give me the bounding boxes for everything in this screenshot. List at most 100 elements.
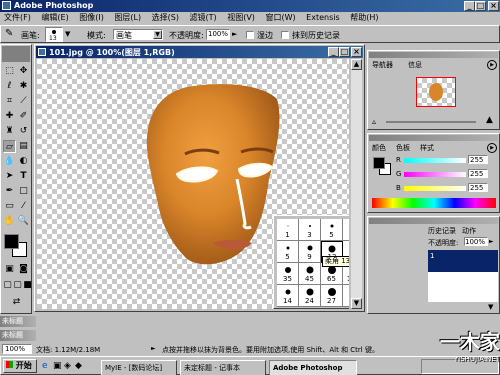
path-selection-tool-icon[interactable]: ➤ [3, 170, 16, 183]
jump-to-imageready-icon[interactable]: ⇄ [10, 296, 23, 309]
channel-r-slider[interactable] [404, 158, 466, 163]
opacity-arrow-icon[interactable]: ► [232, 30, 237, 38]
history-tab[interactable]: 历史记录 [428, 226, 456, 236]
channel-g-input[interactable]: 255 [468, 169, 488, 178]
taskbar-item-photoshop[interactable]: Adobe Photoshop [269, 360, 357, 375]
panel-menu-arrow-icon[interactable]: ▶ [487, 60, 497, 70]
brush-preset[interactable]: 35 [277, 263, 299, 285]
mode-select[interactable]: 画笔 ▼ [113, 29, 163, 40]
menu-layer[interactable]: 图层(L) [114, 13, 141, 22]
foreground-color-swatch[interactable] [4, 234, 19, 249]
brush-preset[interactable]: 3 [299, 219, 321, 241]
zoom-out-icon[interactable]: ▵ [372, 117, 376, 126]
minimized-window-2[interactable]: 未标题 [0, 330, 36, 341]
color-tab[interactable]: 颜色 [372, 143, 386, 153]
maximize-button[interactable]: □ [475, 1, 486, 11]
color-spectrum-bar[interactable] [372, 198, 496, 208]
scroll-down-icon[interactable]: ▼ [351, 298, 362, 309]
brush-preset-picker[interactable]: 13 [45, 27, 63, 42]
opacity-arrow-icon[interactable]: ► [489, 238, 494, 245]
brush-preset[interactable]: 5 [277, 241, 299, 263]
start-button[interactable]: 开始 [3, 359, 37, 373]
navigator-thumbnail[interactable] [416, 77, 456, 107]
quicklaunch-misc-icon[interactable]: ◆ [75, 361, 82, 371]
channel-r-input[interactable]: 255 [468, 155, 488, 164]
quick-mask-off-icon[interactable]: ▣ [3, 263, 16, 276]
healing-brush-tool-icon[interactable]: ✚ [3, 110, 16, 123]
menu-help[interactable]: 帮助(H) [350, 13, 378, 22]
channel-g-slider[interactable] [404, 172, 466, 177]
zoom-tool-icon[interactable]: 🔍 [17, 215, 30, 228]
styles-tab[interactable]: 样式 [420, 143, 434, 153]
doc-close-button[interactable]: × [351, 47, 362, 57]
quicklaunch-ie-icon[interactable]: e [42, 361, 48, 371]
doc-minimize-button[interactable]: _ [328, 47, 339, 57]
type-tool-icon[interactable]: T [17, 170, 30, 183]
quicklaunch-app-icon[interactable]: ◈ [64, 361, 71, 371]
brush-tool-icon[interactable]: ✐ [17, 110, 30, 123]
menu-select[interactable]: 选择(S) [152, 13, 179, 22]
slice-tool-icon[interactable]: ⟋ [17, 95, 30, 108]
menu-file[interactable]: 文件(F) [4, 13, 31, 22]
move-tool-icon[interactable]: ✥ [17, 65, 30, 78]
crop-tool-icon[interactable]: ⌗ [3, 95, 16, 108]
quicklaunch-desktop-icon[interactable]: ▣ [53, 361, 62, 371]
actions-tab[interactable]: 动作 [462, 226, 476, 236]
marquee-tool-icon[interactable]: ⬚ [3, 65, 16, 78]
menu-extensis[interactable]: Extensis [306, 13, 339, 22]
eraser-tool-icon[interactable]: ▱ [3, 140, 16, 153]
zoom-in-icon[interactable]: ▲ [486, 115, 493, 125]
dodge-tool-icon[interactable]: ◐ [17, 155, 30, 168]
minimize-button[interactable]: _ [464, 1, 475, 11]
close-button[interactable]: × [488, 1, 499, 11]
minimized-window-1[interactable]: 未标题 [0, 316, 36, 327]
chevron-down-icon[interactable]: ▼ [65, 30, 70, 38]
menu-image[interactable]: 图像(I) [79, 13, 104, 22]
menu-filter[interactable]: 滤镜(T) [190, 13, 217, 22]
history-scroll-down-icon[interactable]: ▼ [488, 303, 493, 311]
blur-tool-icon[interactable]: 💧 [3, 155, 16, 168]
magic-wand-tool-icon[interactable]: ✱ [17, 80, 30, 93]
navigator-tab[interactable]: 导航器 [372, 60, 393, 70]
doc-info-arrow-icon[interactable]: ► [151, 345, 156, 352]
gradient-tool-icon[interactable]: ▤ [17, 140, 30, 153]
brush-preset[interactable]: 5 [321, 219, 343, 241]
history-item-selected[interactable]: 1 [428, 250, 498, 272]
brush-preset[interactable]: 27 [321, 285, 343, 307]
hand-tool-icon[interactable]: ✋ [3, 215, 16, 228]
taskbar-item-notepad[interactable]: 未定标题 - 记事本 [180, 360, 266, 375]
menu-window[interactable]: 窗口(W) [265, 13, 295, 22]
eyedropper-tool-icon[interactable]: ⁄ [17, 200, 30, 213]
doc-maximize-button[interactable]: □ [339, 47, 350, 57]
brush-preset[interactable]: 1 [277, 219, 299, 241]
brush-preset[interactable]: 45 [299, 263, 321, 285]
brush-preset[interactable]: 39 [343, 285, 349, 307]
erase-history-checkbox[interactable] [281, 31, 289, 39]
swatches-tab[interactable]: 色板 [396, 143, 410, 153]
navigator-zoom-slider[interactable] [386, 121, 476, 123]
channel-b-slider[interactable] [404, 186, 466, 191]
channel-b-input[interactable]: 255 [468, 183, 488, 192]
quick-mask-on-icon[interactable]: ◙ [17, 263, 30, 276]
vertical-scrollbar[interactable]: ▲ ▼ [351, 59, 362, 309]
lasso-tool-icon[interactable]: ℓ [3, 80, 16, 93]
brush-preset[interactable]: 9 [343, 219, 349, 241]
brush-preset[interactable]: 9 [299, 241, 321, 263]
notes-tool-icon[interactable]: ▭ [3, 200, 16, 213]
pen-tool-icon[interactable]: ✒ [3, 185, 16, 198]
scroll-up-icon[interactable]: ▲ [351, 59, 362, 70]
opacity-input[interactable]: 100% [206, 29, 230, 40]
taskbar-item-myie[interactable]: MyIE - [数码论坛] [101, 360, 177, 375]
brush-preset[interactable]: 14 [277, 285, 299, 307]
zoom-field[interactable]: 100% [2, 344, 32, 354]
history-opacity-input[interactable]: 100% [464, 237, 488, 246]
clone-stamp-tool-icon[interactable]: ♜ [3, 125, 16, 138]
menu-edit[interactable]: 编辑(E) [41, 13, 68, 22]
history-brush-tool-icon[interactable]: ↺ [17, 125, 30, 138]
panel-menu-arrow-icon[interactable]: ▶ [487, 143, 497, 153]
screen-mode-full-icon[interactable]: ■ [21, 279, 34, 292]
canvas[interactable]: 1 3 5 9 13 19 5 9 13 17 21 27 35 45 65 1… [37, 59, 349, 309]
brush-preset[interactable]: 24 [299, 285, 321, 307]
menu-view[interactable]: 视图(V) [227, 13, 255, 22]
wet-edges-checkbox[interactable] [246, 31, 254, 39]
